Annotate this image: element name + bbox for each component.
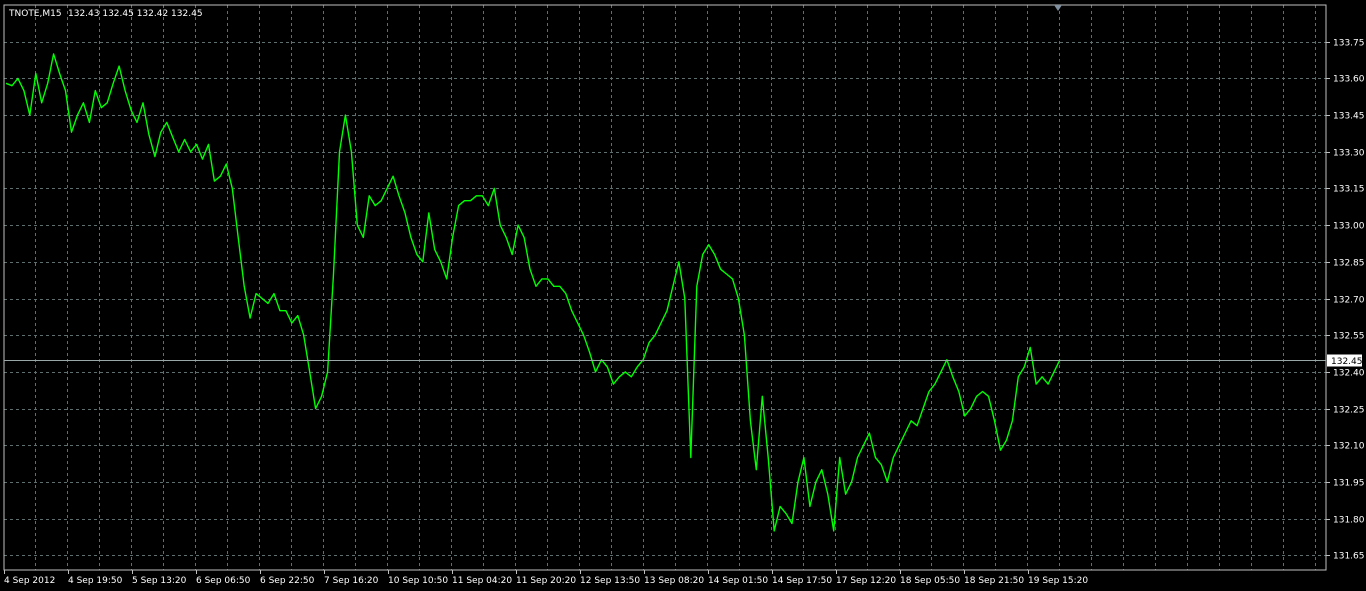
x-tick-label: 10 Sep 10:50	[388, 576, 448, 586]
y-tick-label: 132.25	[1333, 406, 1365, 416]
x-tick-label: 14 Sep 01:50	[708, 576, 768, 586]
x-tick-label: 6 Sep 22:50	[260, 576, 315, 586]
x-tick-label: 6 Sep 06:50	[196, 576, 251, 586]
x-tick-label: 5 Sep 13:20	[132, 576, 187, 586]
y-tick-label: 133.00	[1333, 222, 1365, 232]
y-tick-label: 132.40	[1333, 369, 1365, 379]
x-tick-label: 19 Sep 15:20	[1028, 576, 1088, 586]
y-tick-label: 133.45	[1333, 112, 1365, 122]
y-tick-label: 132.85	[1333, 259, 1365, 269]
x-tick-label: 12 Sep 13:50	[580, 576, 640, 586]
x-tick-label: 11 Sep 04:20	[452, 576, 512, 586]
y-tick-label: 131.65	[1333, 552, 1365, 562]
y-tick-label: 131.80	[1333, 516, 1365, 526]
x-tick-label: 17 Sep 12:20	[836, 576, 896, 586]
y-tick-label: 132.10	[1333, 442, 1365, 452]
chart-background	[0, 0, 1366, 591]
y-tick-label: 133.60	[1333, 75, 1365, 85]
y-tick-label: 133.15	[1333, 185, 1365, 195]
y-tick-label: 131.95	[1333, 479, 1365, 489]
symbol-timeframe-label: TNOTE,M15	[8, 9, 62, 19]
y-tick-label: 132.70	[1333, 296, 1365, 306]
y-tick-label: 133.30	[1333, 149, 1365, 159]
x-tick-label: 11 Sep 20:20	[516, 576, 576, 586]
x-tick-label: 4 Sep 19:50	[68, 576, 123, 586]
x-tick-label: 7 Sep 16:20	[324, 576, 379, 586]
y-tick-label: 133.75	[1333, 39, 1365, 49]
ohlc-values-label: 132.43 132.45 132.42 132.45	[68, 9, 203, 19]
y-tick-label: 132.55	[1333, 332, 1365, 342]
x-tick-label: 13 Sep 08:20	[644, 576, 704, 586]
x-tick-label: 14 Sep 17:50	[772, 576, 832, 586]
x-tick-label: 18 Sep 05:50	[900, 576, 960, 586]
x-tick-label: 4 Sep 2012	[4, 576, 55, 586]
chart-window[interactable]: 131.65 131.80 131.95 132.10 132.25 132.40 132.…	[0, 0, 1366, 591]
price-chart[interactable]: 131.65 131.80 131.95 132.10 132.25 132.40 132.…	[0, 0, 1366, 591]
current-price-label: 132.45	[1331, 357, 1363, 367]
x-tick-label: 18 Sep 21:50	[964, 576, 1024, 586]
